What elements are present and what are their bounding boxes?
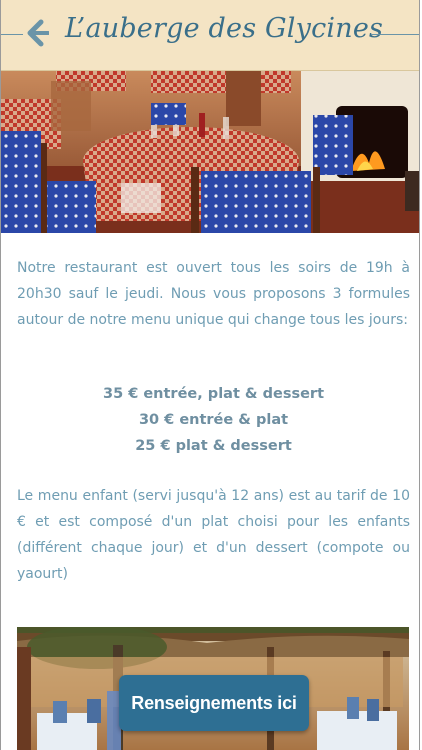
menu-formula-25: 25 € plat & dessert	[135, 438, 292, 454]
menu-formula-30: 30 € entrée & plat	[138, 412, 289, 428]
app-screen: L’auberge des Glycines Notre restaurant …	[0, 0, 420, 750]
restaurant-interior-photo	[1, 71, 419, 233]
header-bar: L’auberge des Glycines	[1, 0, 419, 71]
page-title: L’auberge des Glycines	[65, 13, 384, 44]
opening-hours-text: Notre restaurant est ouvert tous les soi…	[17, 260, 410, 328]
info-button[interactable]: Renseignements ici	[119, 675, 309, 731]
menu-formula-35: 35 € entrée, plat & dessert	[102, 386, 325, 402]
header-rule-left	[1, 34, 23, 35]
back-button[interactable]	[23, 16, 50, 50]
header-rule-right	[371, 34, 419, 35]
kids-menu-text: Le menu enfant (servi jusqu'à 12 ans) es…	[17, 488, 410, 582]
menu-formulas-list: 35 € entrée, plat & dessert 30 € entrée …	[17, 381, 410, 459]
chevron-left-icon	[27, 19, 50, 47]
